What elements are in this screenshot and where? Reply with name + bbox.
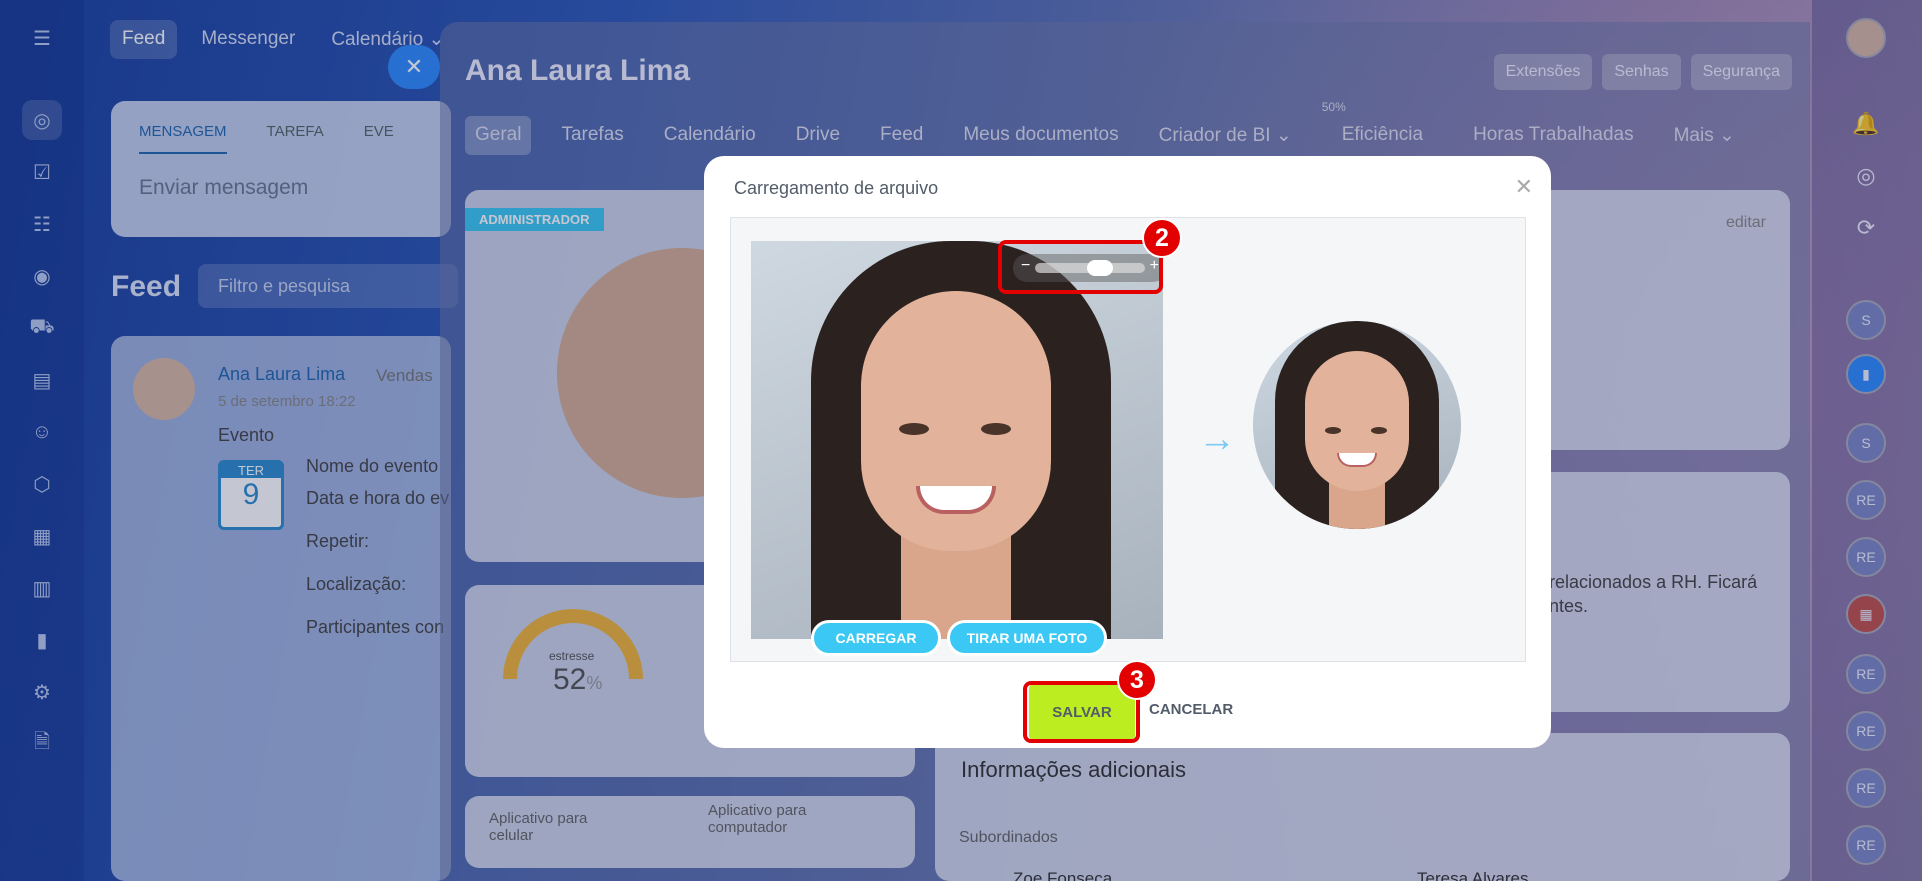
step-badge-3: 3 bbox=[1117, 660, 1157, 700]
preview-face bbox=[1305, 351, 1409, 491]
photo-eye bbox=[981, 423, 1011, 435]
preview-eye bbox=[1371, 427, 1387, 434]
zoom-highlight bbox=[998, 240, 1163, 294]
step-badge-2: 2 bbox=[1142, 218, 1182, 258]
preview-eye bbox=[1325, 427, 1341, 434]
crop-photo[interactable]: − + bbox=[751, 241, 1163, 639]
photo-eye bbox=[899, 423, 929, 435]
cancel-button[interactable]: CANCELAR bbox=[1149, 701, 1233, 718]
arrow-right-icon: → bbox=[1198, 418, 1236, 460]
upload-button[interactable]: CARREGAR bbox=[811, 620, 941, 656]
take-photo-button[interactable]: TIRAR UMA FOTO bbox=[947, 620, 1107, 656]
avatar-preview bbox=[1253, 321, 1461, 529]
dialog-title: Carregamento de arquivo bbox=[734, 178, 939, 198]
close-icon[interactable]: ✕ bbox=[1515, 174, 1533, 200]
